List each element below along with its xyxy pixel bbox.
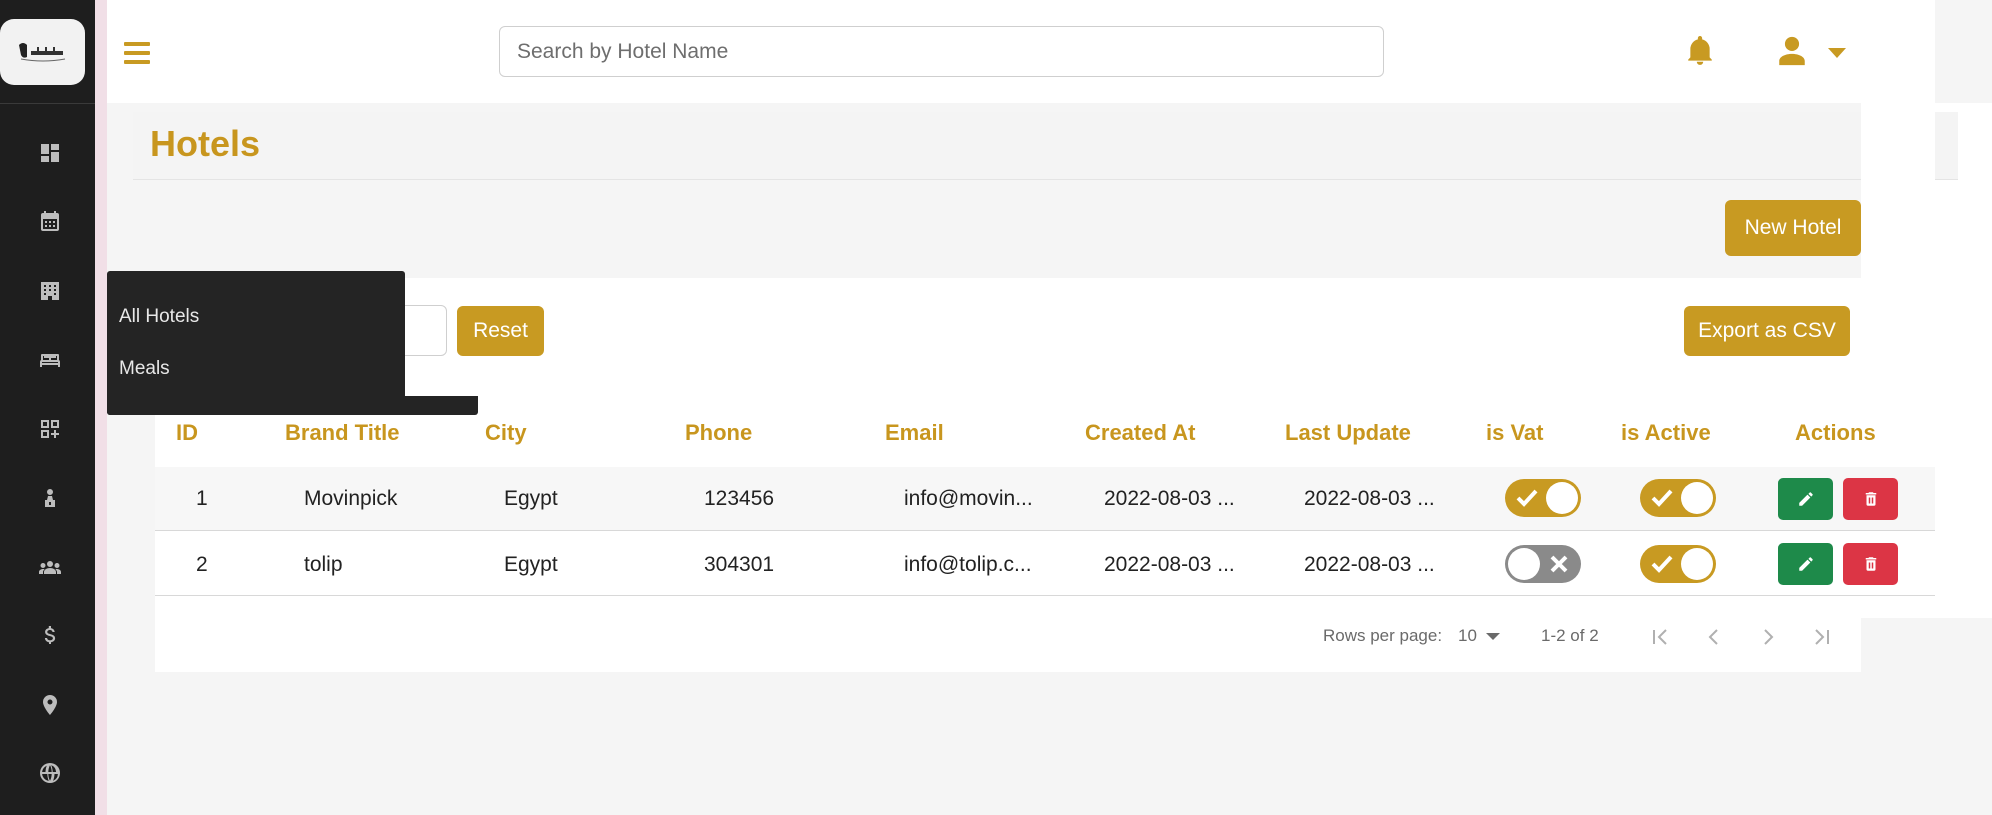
hotel-icon[interactable] bbox=[30, 271, 70, 311]
right-strip bbox=[1935, 103, 1992, 618]
edit-button[interactable] bbox=[1778, 478, 1833, 520]
pencil-icon bbox=[1798, 492, 1813, 506]
menu-toggle-icon[interactable] bbox=[124, 42, 150, 66]
column-header[interactable]: is Active bbox=[1621, 420, 1711, 446]
dollar-icon[interactable] bbox=[30, 616, 70, 656]
last-page-icon[interactable] bbox=[1808, 623, 1836, 651]
column-header[interactable]: Last Update bbox=[1285, 420, 1411, 446]
check-icon bbox=[1516, 489, 1538, 507]
dashboard-icon[interactable] bbox=[30, 133, 70, 173]
cell-brand: tolip bbox=[304, 553, 343, 576]
vat-toggle[interactable] bbox=[1505, 479, 1581, 517]
new-hotel-button[interactable]: New Hotel bbox=[1725, 200, 1861, 256]
delete-button[interactable] bbox=[1843, 478, 1898, 520]
cell-brand: Movinpick bbox=[304, 487, 398, 510]
column-header[interactable]: Brand Title bbox=[285, 420, 400, 446]
bell-icon[interactable] bbox=[1687, 36, 1713, 66]
export-csv-button[interactable]: Export as CSV bbox=[1684, 306, 1850, 356]
cell-city: Egypt bbox=[504, 487, 558, 510]
menu-item-meals[interactable]: Meals bbox=[119, 358, 170, 380]
globe-icon[interactable] bbox=[30, 753, 70, 793]
user-avatar-icon[interactable] bbox=[1775, 34, 1809, 68]
prev-page-icon[interactable] bbox=[1700, 623, 1728, 651]
menu-item-all-hotels[interactable]: All Hotels bbox=[119, 306, 199, 328]
reset-button[interactable]: Reset bbox=[457, 306, 544, 356]
edit-button[interactable] bbox=[1778, 543, 1833, 585]
column-header[interactable]: ID bbox=[176, 420, 198, 446]
cell-id: 1 bbox=[196, 487, 208, 510]
cell-updated: 2022-08-03 ... bbox=[1304, 553, 1435, 576]
cell-created: 2022-08-03 ... bbox=[1104, 553, 1235, 576]
location-pin-icon[interactable] bbox=[30, 685, 70, 725]
column-header[interactable]: City bbox=[485, 420, 527, 446]
logo[interactable] bbox=[0, 19, 85, 85]
chevron-down-icon[interactable] bbox=[1828, 48, 1846, 58]
group-icon[interactable] bbox=[30, 547, 70, 587]
cell-email: info@tolip.c... bbox=[904, 553, 1032, 576]
cell-phone: 304301 bbox=[704, 553, 775, 576]
column-header[interactable]: is Vat bbox=[1486, 420, 1543, 446]
cell-id: 2 bbox=[196, 553, 208, 576]
pencil-icon bbox=[1798, 557, 1813, 571]
calendar-icon[interactable] bbox=[30, 202, 70, 242]
sidebar-divider bbox=[0, 103, 95, 104]
column-header: Actions bbox=[1795, 420, 1876, 445]
column-header[interactable]: Email bbox=[885, 420, 944, 446]
delete-button[interactable] bbox=[1843, 543, 1898, 585]
check-icon bbox=[1651, 489, 1673, 507]
page-range: 1-2 of 2 bbox=[1541, 626, 1599, 645]
page-title: Hotels bbox=[150, 123, 261, 164]
cell-city: Egypt bbox=[504, 553, 558, 576]
trash-icon bbox=[1865, 557, 1876, 571]
cell-phone: 123456 bbox=[704, 487, 775, 510]
chevron-down-icon[interactable] bbox=[1486, 633, 1500, 640]
check-icon bbox=[1651, 555, 1673, 573]
search-input[interactable] bbox=[499, 26, 1384, 77]
title-band bbox=[133, 112, 1958, 180]
cell-created: 2022-08-03 ... bbox=[1104, 487, 1235, 510]
close-icon bbox=[1550, 555, 1568, 573]
bed-icon[interactable] bbox=[30, 340, 70, 380]
widgets-icon[interactable] bbox=[30, 409, 70, 449]
first-page-icon[interactable] bbox=[1646, 623, 1674, 651]
trash-icon bbox=[1865, 492, 1876, 506]
column-header[interactable]: Created At bbox=[1085, 420, 1195, 446]
rows-per-page-label: Rows per page: bbox=[1323, 626, 1443, 645]
vat-toggle[interactable] bbox=[1505, 545, 1581, 583]
column-header[interactable]: Phone bbox=[685, 420, 752, 446]
rows-per-page-select[interactable]: 10 bbox=[1458, 626, 1477, 646]
active-toggle[interactable] bbox=[1640, 545, 1716, 583]
sidebar-edge bbox=[95, 0, 107, 815]
active-toggle[interactable] bbox=[1640, 479, 1716, 517]
cell-email: info@movin... bbox=[904, 487, 1033, 510]
hotels-flyout-menu bbox=[107, 271, 405, 415]
person-icon[interactable] bbox=[30, 478, 70, 518]
logo-icon bbox=[18, 43, 65, 62]
next-page-icon[interactable] bbox=[1754, 623, 1782, 651]
cell-updated: 2022-08-03 ... bbox=[1304, 487, 1435, 510]
